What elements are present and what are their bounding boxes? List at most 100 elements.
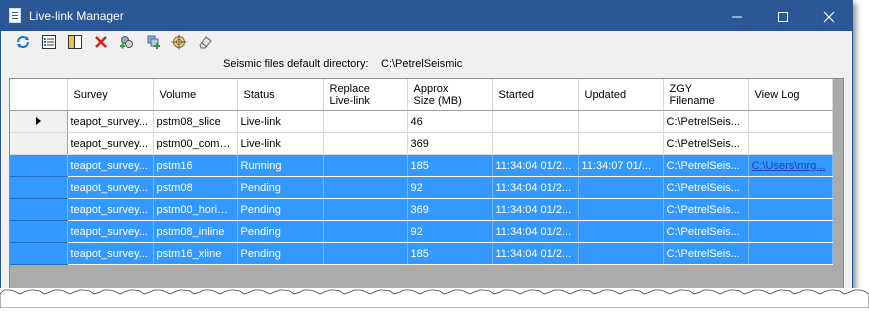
cell-view-log[interactable]	[748, 242, 833, 265]
cell-replace-live-link[interactable]	[323, 198, 408, 221]
cell-replace-live-link[interactable]	[323, 242, 408, 265]
cell-replace-live-link[interactable]	[323, 176, 408, 199]
panel-button[interactable]	[65, 34, 85, 54]
column-header-survey[interactable]: Survey	[67, 79, 154, 111]
live-link-grid[interactable]: Survey Volume Status Replace Live-link A…	[9, 78, 844, 291]
cell-replace-live-link[interactable]	[323, 154, 408, 177]
cell-status[interactable]: Pending	[237, 176, 324, 199]
cell-survey[interactable]: teapot_survey...	[67, 176, 154, 199]
cell-zgy-filename[interactable]: C:\PetrelSeis...	[663, 242, 749, 265]
cell-survey[interactable]: teapot_survey...	[67, 132, 154, 155]
cell-survey[interactable]: teapot_survey...	[67, 154, 154, 177]
cell-status[interactable]: Pending	[237, 242, 324, 265]
cell-started[interactable]: 11:34:04 01/2...	[492, 176, 579, 199]
cell-view-log[interactable]	[748, 198, 833, 221]
delete-button[interactable]	[91, 34, 111, 54]
row-header[interactable]	[10, 132, 68, 155]
cell-status[interactable]: Pending	[237, 198, 324, 221]
view-log-link[interactable]: C:\Users\mrg...	[752, 160, 826, 172]
minimize-button[interactable]	[714, 1, 760, 31]
cell-started[interactable]: 11:34:04 01/2...	[492, 154, 579, 177]
cell-updated[interactable]	[578, 220, 664, 243]
cell-volume[interactable]: pstm00_comp...	[153, 132, 238, 155]
table-row[interactable]: teapot_survey... pstm00_horizo... Pending 3…	[10, 198, 833, 221]
row-header[interactable]	[10, 220, 68, 243]
cell-approx-size[interactable]: 92	[407, 176, 493, 199]
cell-survey[interactable]: teapot_survey...	[67, 198, 154, 221]
cell-view-log[interactable]	[748, 220, 833, 243]
target-button[interactable]	[169, 34, 189, 54]
cell-started[interactable]	[492, 110, 579, 133]
cell-started[interactable]: 11:34:04 01/2...	[492, 220, 579, 243]
cell-volume[interactable]: pstm08_slice	[153, 110, 238, 133]
cell-status[interactable]: Live-link	[237, 110, 324, 133]
cell-volume[interactable]: pstm08_inline	[153, 220, 238, 243]
column-header-volume[interactable]: Volume	[153, 79, 238, 111]
row-header[interactable]	[10, 242, 68, 265]
column-header-approx-size[interactable]: Approx Size (MB)	[407, 79, 493, 111]
cell-survey[interactable]: teapot_survey...	[67, 110, 154, 133]
cell-approx-size[interactable]: 185	[407, 154, 493, 177]
table-row[interactable]: teapot_survey... pstm08 Pending 92 11:34:04 …	[10, 176, 833, 199]
column-header-status[interactable]: Status	[237, 79, 324, 111]
add-link-button[interactable]	[117, 34, 137, 54]
column-header-replace-live-link[interactable]: Replace Live-link	[323, 79, 408, 111]
cell-updated[interactable]: 11:34:07 01/...	[578, 154, 664, 177]
cell-zgy-filename[interactable]: C:\PetrelSeis...	[663, 132, 749, 155]
cell-zgy-filename[interactable]: C:\PetrelSeis...	[663, 198, 749, 221]
cell-view-log[interactable]: C:\Users\mrg...	[748, 154, 833, 177]
cell-zgy-filename[interactable]: C:\PetrelSeis...	[663, 176, 749, 199]
cell-zgy-filename[interactable]: C:\PetrelSeis...	[663, 220, 749, 243]
row-header[interactable]	[10, 154, 68, 177]
refresh-button[interactable]	[13, 34, 33, 54]
cell-updated[interactable]	[578, 110, 664, 133]
column-header-started[interactable]: Started	[492, 79, 579, 111]
cell-view-log[interactable]	[748, 110, 833, 133]
table-row[interactable]: teapot_survey... pstm16 Running 185 11:34:04…	[10, 154, 833, 177]
table-row[interactable]: teapot_survey... pstm00_comp... Live-link 3…	[10, 132, 833, 155]
cell-approx-size[interactable]: 46	[407, 110, 493, 133]
cell-volume[interactable]: pstm08	[153, 176, 238, 199]
cell-replace-live-link[interactable]	[323, 220, 408, 243]
cell-replace-live-link[interactable]	[323, 110, 408, 133]
cell-updated[interactable]	[578, 176, 664, 199]
cell-approx-size[interactable]: 92	[407, 220, 493, 243]
cell-replace-live-link[interactable]	[323, 132, 408, 155]
title-bar[interactable]: Live-link Manager	[1, 1, 852, 31]
cell-status[interactable]: Live-link	[237, 132, 324, 155]
cell-started[interactable]: 11:34:04 01/2...	[492, 242, 579, 265]
cell-updated[interactable]	[578, 242, 664, 265]
close-button[interactable]	[806, 1, 852, 31]
details-button[interactable]	[39, 34, 59, 54]
row-header[interactable]	[10, 176, 68, 199]
cell-started[interactable]: 11:34:04 01/2...	[492, 198, 579, 221]
table-row[interactable]: teapot_survey... pstm16_xline Pending 185 11…	[10, 242, 833, 265]
cell-approx-size[interactable]: 369	[407, 198, 493, 221]
column-header-view-log[interactable]: View Log	[748, 79, 833, 111]
cell-started[interactable]	[492, 132, 579, 155]
cell-survey[interactable]: teapot_survey...	[67, 220, 154, 243]
column-header-updated[interactable]: Updated	[578, 79, 664, 111]
eraser-button[interactable]	[195, 34, 215, 54]
maximize-button[interactable]	[760, 1, 806, 31]
cell-view-log[interactable]	[748, 176, 833, 199]
cell-approx-size[interactable]: 185	[407, 242, 493, 265]
cell-volume[interactable]: pstm00_horizo...	[153, 198, 238, 221]
cell-zgy-filename[interactable]: C:\PetrelSeis...	[663, 154, 749, 177]
table-row[interactable]: teapot_survey... pstm08_slice Live-link 46 C…	[10, 110, 833, 133]
cell-zgy-filename[interactable]: C:\PetrelSeis...	[663, 110, 749, 133]
row-header[interactable]	[10, 110, 68, 133]
cell-survey[interactable]: teapot_survey...	[67, 242, 154, 265]
add-items-button[interactable]	[143, 34, 163, 54]
cell-volume[interactable]: pstm16_xline	[153, 242, 238, 265]
cell-updated[interactable]	[578, 132, 664, 155]
column-header-zgy-filename[interactable]: ZGY Filename	[663, 79, 749, 111]
table-row[interactable]: teapot_survey... pstm08_inline Pending 92 11…	[10, 220, 833, 243]
cell-status[interactable]: Running	[237, 154, 324, 177]
cell-volume[interactable]: pstm16	[153, 154, 238, 177]
cell-updated[interactable]	[578, 198, 664, 221]
row-header[interactable]	[10, 198, 68, 221]
cell-approx-size[interactable]: 369	[407, 132, 493, 155]
cell-view-log[interactable]	[748, 132, 833, 155]
cell-status[interactable]: Pending	[237, 220, 324, 243]
